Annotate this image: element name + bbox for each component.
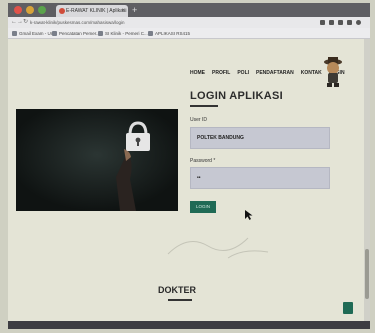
page-title: LOGIN APLIKASI: [190, 90, 284, 102]
password-label: Password *: [190, 158, 216, 164]
tab-title: E-RAWAT KLINIK | Aplikasi: [66, 8, 127, 14]
mouse-cursor-icon: [245, 210, 253, 220]
mascot-logo: [324, 57, 342, 87]
extension-icon[interactable]: [329, 20, 334, 25]
browser-tab[interactable]: E-RAWAT KLINIK | Aplikasi ×: [56, 5, 128, 17]
web-page: HOME PROFIL POLI PENDAFTARAN KONTAK LOGI…: [8, 39, 370, 321]
close-window-icon[interactable]: [14, 6, 22, 14]
tab-close-icon[interactable]: ×: [121, 5, 125, 17]
os-taskbar: [8, 321, 370, 329]
extension-icon[interactable]: [320, 20, 325, 25]
title-underline: [190, 105, 218, 107]
bookmark-icon: [12, 31, 17, 37]
section-title-dokter: DOKTER: [158, 285, 196, 295]
favicon-icon: [59, 8, 65, 14]
bookmark-icon: [98, 31, 103, 37]
scroll-to-top-button[interactable]: [343, 302, 353, 314]
nav-item-home[interactable]: HOME: [190, 69, 205, 77]
user-id-label: User ID: [190, 117, 207, 123]
maximize-window-icon[interactable]: [38, 6, 46, 14]
login-button[interactable]: LOGIN: [190, 201, 216, 213]
minimize-window-icon[interactable]: [26, 6, 34, 14]
bookmark-item[interactable]: APLIKASI RS415: [148, 28, 190, 39]
user-id-input[interactable]: POLTEK BANDUNG: [190, 127, 330, 149]
bookmarks-bar: Gmail Exam - Uni Pencatatan Pemer... SI …: [8, 28, 370, 39]
lock-icon: [16, 109, 178, 211]
bookmark-item[interactable]: Gmail Exam - Uni: [12, 28, 54, 39]
bookmark-icon: [52, 31, 57, 37]
extension-icon[interactable]: [347, 20, 352, 25]
nav-item-poli[interactable]: POLI: [237, 69, 249, 77]
bookmark-item[interactable]: SI Klinik - Pemeri C...: [98, 28, 148, 39]
nav-item-pendaftaran[interactable]: PENDAFTARAN: [256, 69, 294, 77]
screen-glare: [167, 237, 269, 259]
extension-icon[interactable]: [338, 20, 343, 25]
scrollbar-thumb[interactable]: [365, 249, 369, 299]
browser-tab-bar: E-RAWAT KLINIK | Aplikasi × +: [8, 3, 370, 17]
address-bar: ← → ↻ k-rawat-klinik/puskesmas.com/mahas…: [8, 17, 370, 28]
bookmark-icon: [148, 31, 153, 37]
bookmark-item[interactable]: Pencatatan Pemer...: [52, 28, 100, 39]
hero-image: [16, 109, 178, 211]
profile-icon[interactable]: [356, 20, 361, 25]
url-field[interactable]: k-rawat-klinik/puskesmas.com/mahasiswa/l…: [30, 19, 300, 26]
nav-item-profil[interactable]: PROFIL: [212, 69, 230, 77]
reload-icon[interactable]: ↻: [23, 17, 28, 28]
nav-item-kontak[interactable]: KONTAK: [301, 69, 322, 77]
page-scrollbar[interactable]: [364, 39, 370, 321]
section-underline: [168, 299, 192, 301]
new-tab-button[interactable]: +: [132, 3, 137, 17]
password-input[interactable]: ••: [190, 167, 330, 189]
